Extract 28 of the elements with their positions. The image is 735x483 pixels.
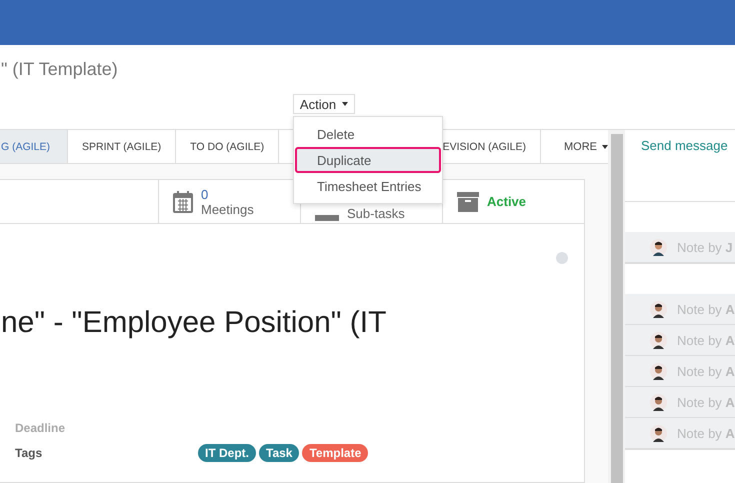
list-icon [315,215,339,221]
active-label: Active [487,194,526,209]
avatar-icon [650,362,667,380]
archive-icon [457,192,479,212]
tag[interactable]: Template [302,444,368,462]
send-message-link[interactable]: Send message [641,138,728,153]
action-button[interactable]: Action [293,94,355,114]
tag[interactable]: Task [259,444,300,462]
field-label: Tags [15,446,44,460]
calendar-icon [173,190,193,212]
avatar-icon [650,238,667,256]
meetings-button[interactable]: 0 Meetings [158,180,300,223]
avatar-icon [650,394,667,410]
meetings-label: Meetings [201,202,254,216]
field-label: Deadline [15,420,66,434]
breadcrumb-title: " (IT Template) [1,58,118,80]
tag[interactable]: IT Dept. [198,444,256,462]
meetings-count: 0 [201,186,210,202]
stage-tab[interactable]: G (AGILE) [0,130,68,163]
caret-icon [342,102,348,106]
avatar-icon [650,300,667,318]
subtasks-label[interactable]: Sub-tasks [347,206,405,221]
avatar-icon [650,424,667,442]
record-title: ne" - "Employee Position" (IT [1,306,388,340]
scrollbar[interactable] [608,130,625,483]
avatar-icon [650,332,667,348]
status-dot[interactable] [556,252,568,264]
menu-item[interactable]: Duplicate [295,147,441,173]
